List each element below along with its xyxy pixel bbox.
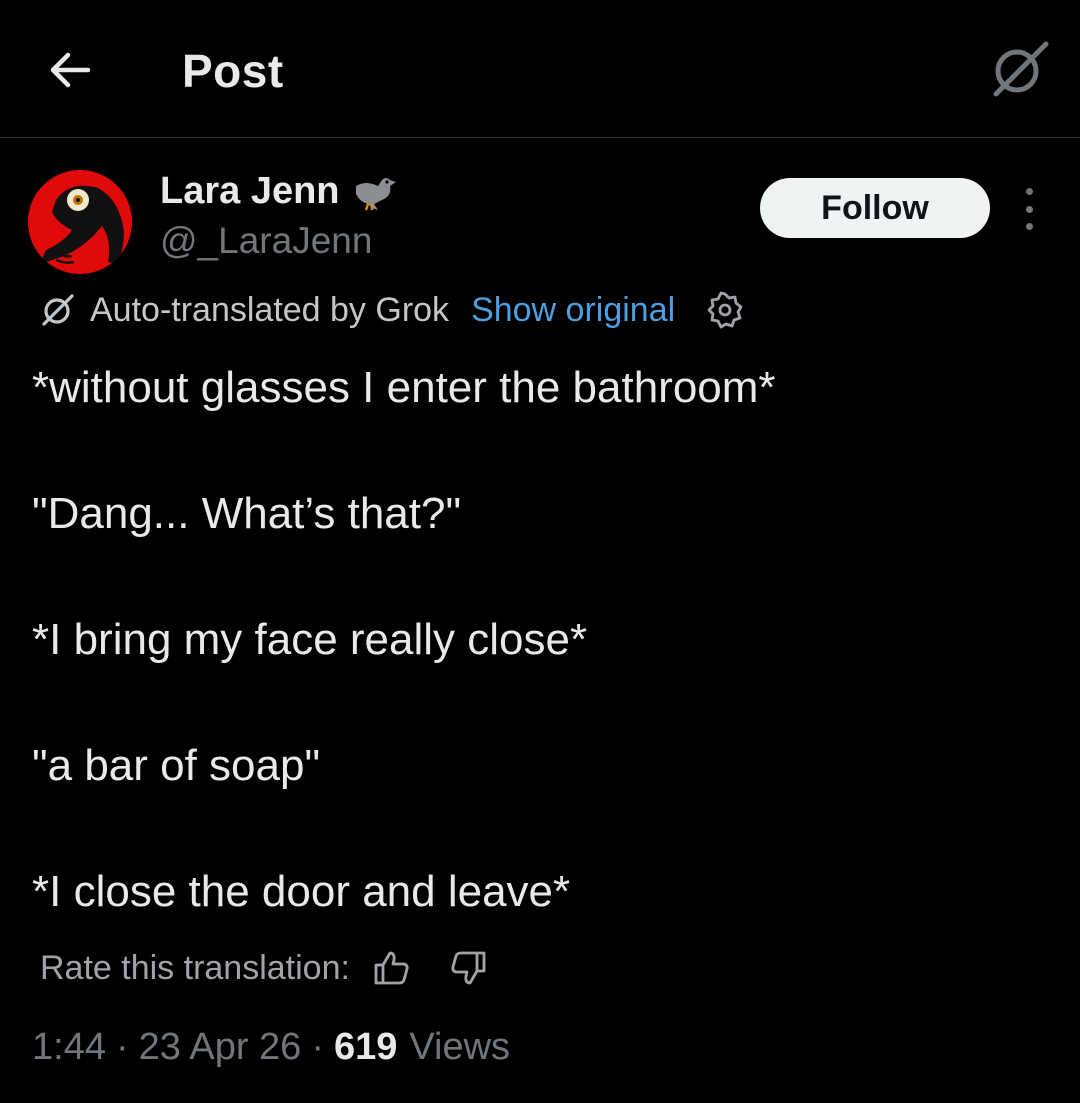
grok-button[interactable] <box>988 38 1050 100</box>
page-title: Post <box>182 45 284 97</box>
post-line: "Dang... What’s that?" <box>32 489 462 538</box>
post-line: *without glasses I enter the bathroom* <box>32 363 776 412</box>
thumbs-up-icon[interactable] <box>372 949 410 987</box>
gear-icon[interactable] <box>705 290 745 330</box>
post-line: *I close the door and leave* <box>32 867 571 916</box>
grok-icon <box>42 294 74 326</box>
follow-button[interactable]: Follow <box>760 178 990 238</box>
grok-icon <box>993 41 1049 97</box>
more-options-button[interactable] <box>1014 188 1044 230</box>
views-label: Views <box>409 1026 511 1068</box>
more-vertical-icon <box>1025 188 1033 195</box>
top-bar: Post <box>0 0 1080 138</box>
arrow-left-icon <box>50 52 91 88</box>
author-name-row: Lara Jenn <box>160 170 400 213</box>
views-count[interactable]: 619 <box>334 1026 397 1069</box>
rate-label: Rate this translation: <box>40 948 350 987</box>
translation-label: Auto-translated by Grok <box>90 290 450 329</box>
avatar-image <box>28 170 132 274</box>
back-button[interactable] <box>44 46 96 94</box>
post-text: *without glasses I enter the bathroom* "… <box>32 356 1052 923</box>
meta-separator: · <box>115 1026 129 1068</box>
thumbs-down-icon[interactable] <box>450 949 488 987</box>
post-meta: 1:44 · 23 Apr 26 · 619 Views <box>32 1026 510 1069</box>
bird-icon <box>355 177 396 210</box>
post-line: "a bar of soap" <box>32 741 321 790</box>
show-original-link[interactable]: Show original <box>471 291 675 330</box>
rate-translation: Rate this translation: <box>40 944 488 992</box>
avatar[interactable] <box>28 170 132 274</box>
meta-separator: · <box>311 1026 324 1068</box>
author-handle[interactable]: @_LaraJenn <box>160 220 372 262</box>
post-line: *I bring my face really close* <box>32 615 588 664</box>
post-time[interactable]: 1:44 <box>32 1026 106 1069</box>
author-name[interactable]: Lara Jenn <box>160 170 340 213</box>
post-date[interactable]: 23 Apr 26 <box>139 1026 302 1069</box>
translation-notice: Auto-translated by Grok Show original <box>40 288 745 332</box>
